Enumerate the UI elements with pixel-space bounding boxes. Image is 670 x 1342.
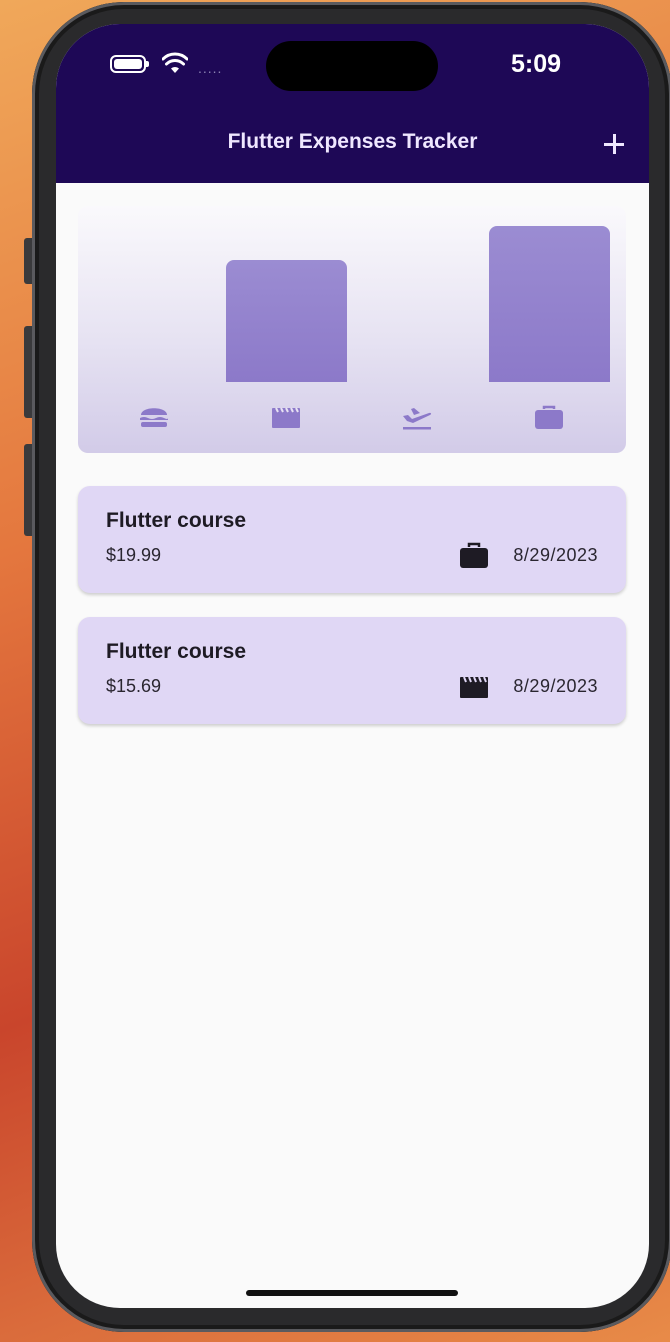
home-indicator[interactable] [246,1290,458,1296]
expense-title: Flutter course [106,509,247,532]
expenses-chart [78,206,626,453]
add-expense-button[interactable] [600,130,628,158]
app-bar: ..... 5:09 Flutter Expenses Tracker [56,24,649,183]
wifi-icon [162,52,188,73]
dynamic-island [266,41,438,91]
chart-bar-slot [226,226,347,382]
chart-bar-slot [489,226,610,382]
leisure-icon [460,676,488,698]
chart-bar [226,260,347,382]
status-time: 5:09 [510,50,562,78]
battery-icon [110,55,149,73]
expense-item[interactable]: Flutter course $15.69 8/29/2023 [78,617,626,724]
expense-date: 8/29/2023 [513,676,598,696]
food-icon [140,408,168,427]
work-icon [460,542,488,568]
app-screen: ..... 5:09 Flutter Expenses Tracker Flut… [56,24,649,1308]
cellular-signal-icon: ..... [198,60,223,76]
chart-bar-slot [358,226,479,382]
work-icon [535,405,563,429]
page-title: Flutter Expenses Tracker [227,130,478,153]
expense-amount: $19.99 [106,545,162,565]
chart-bars [78,226,626,382]
expense-item[interactable]: Flutter course $19.99 8/29/2023 [78,486,626,593]
expense-date: 8/29/2023 [513,545,598,565]
travel-icon [403,408,432,430]
expense-title: Flutter course [106,640,247,663]
chart-bar [489,226,610,382]
expense-amount: $15.69 [106,676,162,696]
chart-bar-slot [95,226,216,382]
leisure-icon [272,407,300,428]
